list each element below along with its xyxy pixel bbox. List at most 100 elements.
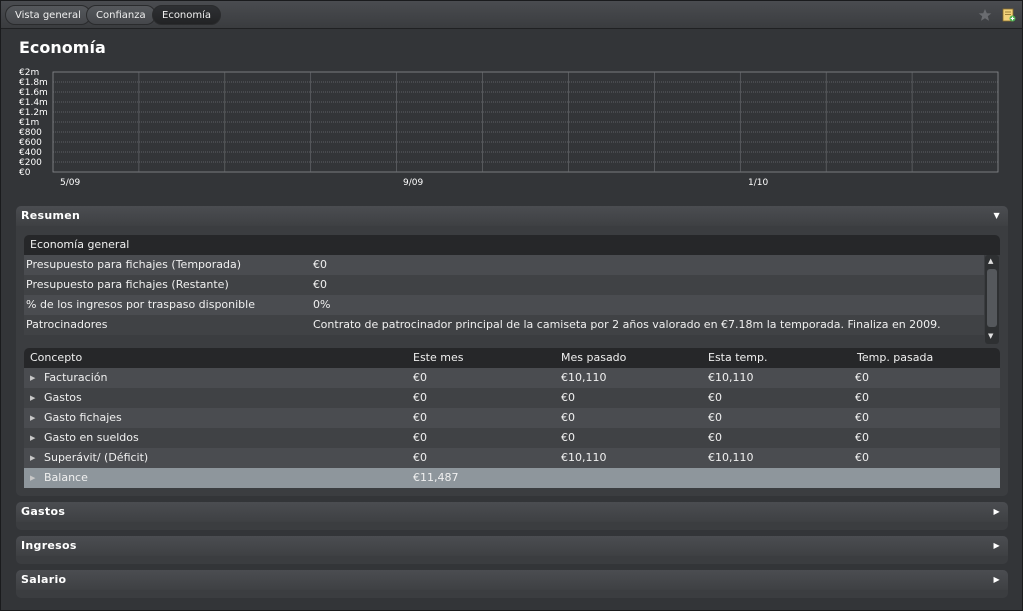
row-label: Presupuesto para fichajes (Restante) — [26, 278, 229, 291]
cell-este-mes: €0 — [413, 371, 427, 384]
table-row[interactable]: ▶ Gasto fichajes €0 €0 €0 €0 — [24, 408, 1000, 428]
y-tick-label: €800 — [19, 128, 42, 138]
row-value: €0 — [313, 258, 327, 271]
collapse-arrow-icon: ▼ — [993, 211, 1000, 220]
x-tick-label: 5/09 — [60, 178, 80, 188]
y-tick-label: €2m — [19, 68, 39, 78]
cell-temp-pasada: €0 — [855, 371, 869, 384]
conceptos-table-header: Concepto Este mes Mes pasado Esta temp. … — [24, 348, 1000, 368]
expand-arrow-icon: ▶ — [993, 575, 1000, 584]
section-title: Economía general — [30, 238, 130, 251]
table-row[interactable]: ▶ Gastos €0 €0 €0 €0 — [24, 388, 1000, 408]
economy-chart: €0 €200 €400 €600 €800 €1m €1.2m €1.4m €1.6m €1.8… — [14, 64, 1004, 192]
table-row[interactable]: ▶ Superávit/ (Déficit) €0 €10,110 €10,11… — [24, 448, 1000, 468]
tab-label: Confianza — [96, 10, 146, 21]
y-tick-label: €1m — [19, 118, 39, 128]
tab-confianza[interactable]: Confianza — [86, 5, 156, 25]
chart-svg: €0€200€400€600€800€1m€1.2m€1.4m€1.6m€1.8… — [19, 68, 999, 188]
top-tab-bar: Vista general Confianza Economía — [1, 1, 1022, 29]
ingresos-panel-footer — [16, 556, 1008, 564]
row-label: % de los ingresos por traspaso disponibl… — [26, 298, 255, 311]
resumen-panel-header[interactable]: Resumen ▼ — [16, 206, 1008, 226]
cell-mes-pasado: €0 — [561, 391, 575, 404]
general-scrollbar[interactable]: ▲ ▼ — [985, 255, 999, 344]
column-header: Mes pasado — [561, 351, 627, 364]
panel-title: Gastos — [21, 505, 66, 518]
cell-mes-pasado: €0 — [561, 431, 575, 444]
salario-panel-header[interactable]: Salario ▶ — [16, 570, 1008, 590]
page-title: Economía — [19, 38, 106, 57]
row-label: Patrocinadores — [26, 318, 108, 331]
row-value: Contrato de patrocinador principal de la… — [313, 318, 941, 331]
column-header: Esta temp. — [708, 351, 768, 364]
expand-arrow-icon: ▶ — [993, 507, 1000, 516]
table-row[interactable]: ▶ Facturación €0 €10,110 €10,110 €0 — [24, 368, 1000, 388]
cell-esta-temp: €10,110 — [708, 371, 754, 384]
cell-concepto: Gastos — [44, 391, 82, 404]
expand-arrow-icon: ▶ — [30, 394, 36, 402]
scroll-up-icon[interactable]: ▲ — [988, 257, 993, 265]
cell-temp-pasada: €0 — [855, 411, 869, 424]
scroll-down-icon[interactable]: ▼ — [988, 332, 993, 340]
cell-concepto: Balance — [44, 471, 88, 484]
ingresos-panel-header[interactable]: Ingresos ▶ — [16, 536, 1008, 556]
x-tick-label: 1/10 — [748, 178, 768, 188]
cell-este-mes: €0 — [413, 431, 427, 444]
cell-esta-temp: €0 — [708, 411, 722, 424]
general-row: % de los ingresos por traspaso disponibl… — [24, 295, 984, 315]
cell-temp-pasada: €0 — [855, 451, 869, 464]
column-header: Este mes — [413, 351, 464, 364]
y-tick-label: €1.4m — [19, 98, 48, 108]
cell-mes-pasado: €10,110 — [561, 451, 607, 464]
cell-este-mes: €0 — [413, 451, 427, 464]
notes-add-icon[interactable] — [1002, 8, 1016, 22]
cell-concepto: Superávit/ (Déficit) — [44, 451, 149, 464]
expand-arrow-icon: ▶ — [30, 414, 36, 422]
y-tick-label: €1.2m — [19, 108, 48, 118]
expand-arrow-icon: ▶ — [30, 374, 36, 382]
cell-temp-pasada: €0 — [855, 431, 869, 444]
expand-arrow-icon: ▶ — [30, 474, 36, 482]
expand-arrow-icon: ▶ — [30, 454, 36, 462]
tab-vista-general[interactable]: Vista general — [5, 5, 91, 25]
gastos-panel-header[interactable]: Gastos ▶ — [16, 502, 1008, 522]
y-tick-label: €600 — [19, 138, 42, 148]
tab-economia[interactable]: Economía — [152, 5, 222, 25]
column-header: Temp. pasada — [857, 351, 934, 364]
panel-title: Resumen — [21, 209, 81, 222]
general-row: Presupuesto para fichajes (Temporada) €0 — [24, 255, 984, 275]
economia-general-header: Economía general — [24, 235, 1000, 255]
gastos-panel-footer — [16, 522, 1008, 530]
cell-concepto: Gasto en sueldos — [44, 431, 139, 444]
x-tick-label: 9/09 — [403, 178, 423, 188]
cell-mes-pasado: €10,110 — [561, 371, 607, 384]
panel-title: Ingresos — [21, 539, 77, 552]
general-row: Patrocinadores Contrato de patrocinador … — [24, 315, 984, 335]
table-row-balance[interactable]: ▶ Balance €11,487 — [24, 468, 1000, 488]
cell-este-mes: €0 — [413, 411, 427, 424]
salario-panel-footer — [16, 590, 1008, 598]
expand-arrow-icon: ▶ — [30, 434, 36, 442]
cell-este-mes: €11,487 — [413, 471, 459, 484]
tab-label: Economía — [162, 10, 212, 21]
cell-mes-pasado: €0 — [561, 411, 575, 424]
y-tick-label: €200 — [19, 158, 42, 168]
column-header: Concepto — [30, 351, 83, 364]
general-row: Presupuesto para fichajes (Restante) €0 — [24, 275, 984, 295]
tab-label: Vista general — [15, 10, 81, 21]
row-value: €0 — [313, 278, 327, 291]
cell-esta-temp: €10,110 — [708, 451, 754, 464]
scrollbar-thumb[interactable] — [987, 269, 997, 327]
expand-arrow-icon: ▶ — [993, 541, 1000, 550]
cell-esta-temp: €0 — [708, 431, 722, 444]
y-tick-label: €400 — [19, 148, 42, 158]
row-value: 0% — [313, 298, 331, 311]
panel-title: Salario — [21, 573, 67, 586]
cell-este-mes: €0 — [413, 391, 427, 404]
y-tick-label: €1.6m — [19, 88, 48, 98]
table-row[interactable]: ▶ Gasto en sueldos €0 €0 €0 €0 — [24, 428, 1000, 448]
cell-esta-temp: €0 — [708, 391, 722, 404]
star-icon[interactable] — [978, 8, 992, 22]
cell-temp-pasada: €0 — [855, 391, 869, 404]
y-tick-label: €0 — [19, 168, 31, 178]
